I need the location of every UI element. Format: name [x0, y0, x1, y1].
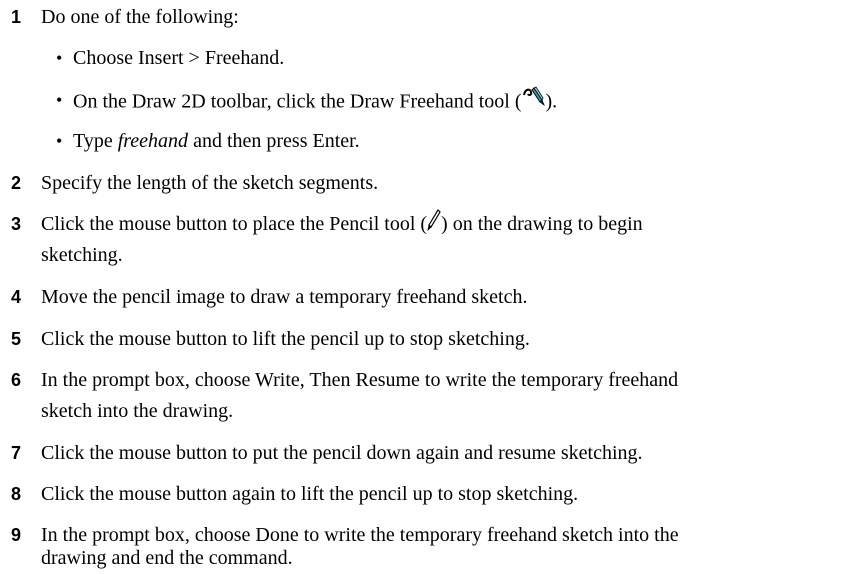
step-text-part: Click the mouse button to place the Penc…	[41, 213, 428, 235]
bullet-text: Choose Insert > Freehand.	[73, 47, 285, 69]
bullet-marker: •	[56, 131, 63, 151]
step-text: sketch into the drawing.	[41, 400, 234, 422]
step-number: 7	[11, 443, 22, 463]
bullet-text: Type freehand and then press Enter.	[73, 126, 360, 157]
bullet-text: On the Draw 2D toolbar, click the Draw F…	[73, 85, 557, 121]
bullet-text-part: On the Draw 2D toolbar, click the Draw F…	[73, 90, 522, 113]
step-number: 5	[11, 329, 22, 349]
command-name: freehand	[117, 130, 189, 152]
step-number: 1	[11, 7, 22, 27]
instructions-document: 1 Do one of the following: • Choose Inse…	[0, 0, 861, 574]
step-text: Do one of the following:	[41, 6, 239, 28]
bullet-text-part: ).	[545, 90, 558, 113]
pencil-icon	[427, 209, 441, 241]
step-text: In the prompt box, choose Write, Then Re…	[41, 369, 679, 391]
step-number: 9	[11, 525, 22, 545]
step-text: Click the mouse button to place the Penc…	[41, 209, 841, 241]
bullet-marker: •	[56, 90, 63, 110]
bullet-marker: •	[56, 48, 63, 68]
step-number: 6	[11, 370, 22, 390]
step-text: Move the pencil image to draw a temporar…	[41, 286, 528, 308]
step-text: Click the mouse button again to lift the…	[41, 483, 579, 505]
step-text: sketching.	[41, 244, 123, 266]
freehand-tool-icon	[522, 85, 546, 121]
step-text: Click the mouse button to lift the penci…	[41, 328, 530, 350]
bullet-text-part: Type	[73, 130, 118, 152]
step-number: 8	[11, 484, 22, 504]
step-number: 4	[11, 287, 22, 307]
step-text: drawing and end the command.	[41, 547, 293, 569]
bullet-text-part: and then press Enter.	[188, 130, 360, 152]
step-number: 2	[11, 173, 22, 193]
step-text: Click the mouse button to put the pencil…	[41, 442, 643, 464]
step-number: 3	[11, 214, 22, 234]
step-text: Specify the length of the sketch segment…	[41, 172, 379, 194]
step-text-part: ) on the drawing to begin	[441, 213, 643, 235]
